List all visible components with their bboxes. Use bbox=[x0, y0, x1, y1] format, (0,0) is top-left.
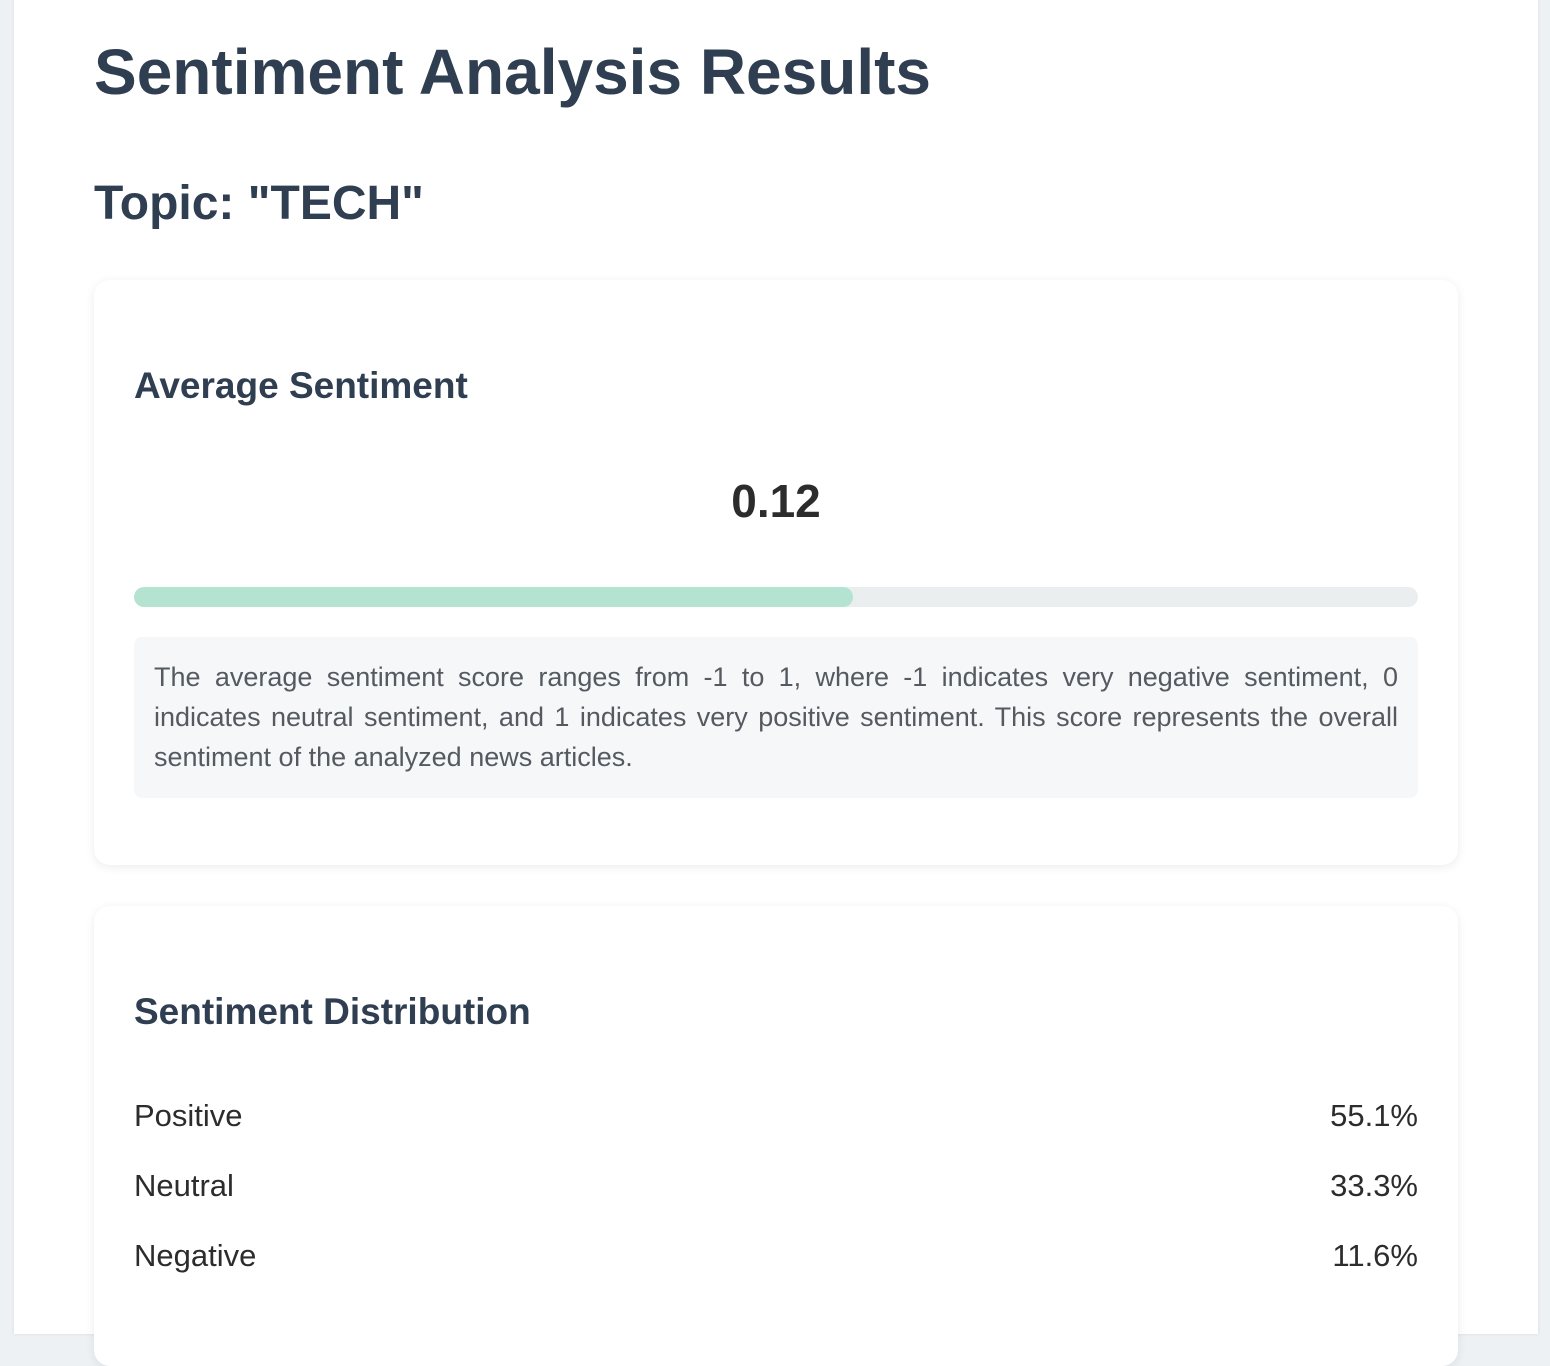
sentiment-distribution-title: Sentiment Distribution bbox=[134, 991, 531, 1032]
distribution-value: 55.1% bbox=[1330, 1098, 1418, 1133]
distribution-label: Positive bbox=[134, 1098, 243, 1133]
average-sentiment-score: 0.12 bbox=[731, 475, 821, 527]
page-container: Sentiment Analysis Results Topic: "TECH"… bbox=[14, 0, 1538, 1366]
distribution-value: 11.6% bbox=[1332, 1238, 1418, 1273]
average-sentiment-card: Average Sentiment 0.12 The average senti… bbox=[94, 280, 1458, 865]
topic-heading: Topic: "TECH" bbox=[94, 177, 424, 230]
average-sentiment-title: Average Sentiment bbox=[134, 365, 468, 406]
distribution-value: 33.3% bbox=[1330, 1168, 1418, 1203]
distribution-label: Neutral bbox=[134, 1168, 234, 1203]
distribution-label: Negative bbox=[134, 1238, 257, 1273]
distribution-row-negative: Negative 11.6% bbox=[134, 1221, 1418, 1291]
distribution-list: Positive 55.1% Neutral 33.3% Negative 11… bbox=[134, 1081, 1418, 1291]
sentiment-explanation: The average sentiment score ranges from … bbox=[134, 637, 1418, 798]
page-title: Sentiment Analysis Results bbox=[94, 36, 931, 108]
distribution-row-neutral: Neutral 33.3% bbox=[134, 1151, 1418, 1221]
distribution-row-positive: Positive 55.1% bbox=[134, 1081, 1418, 1151]
sentiment-progress-track bbox=[134, 587, 1418, 607]
sentiment-distribution-card: Sentiment Distribution Positive 55.1% Ne… bbox=[94, 906, 1458, 1366]
sentiment-progress-fill bbox=[134, 587, 854, 607]
